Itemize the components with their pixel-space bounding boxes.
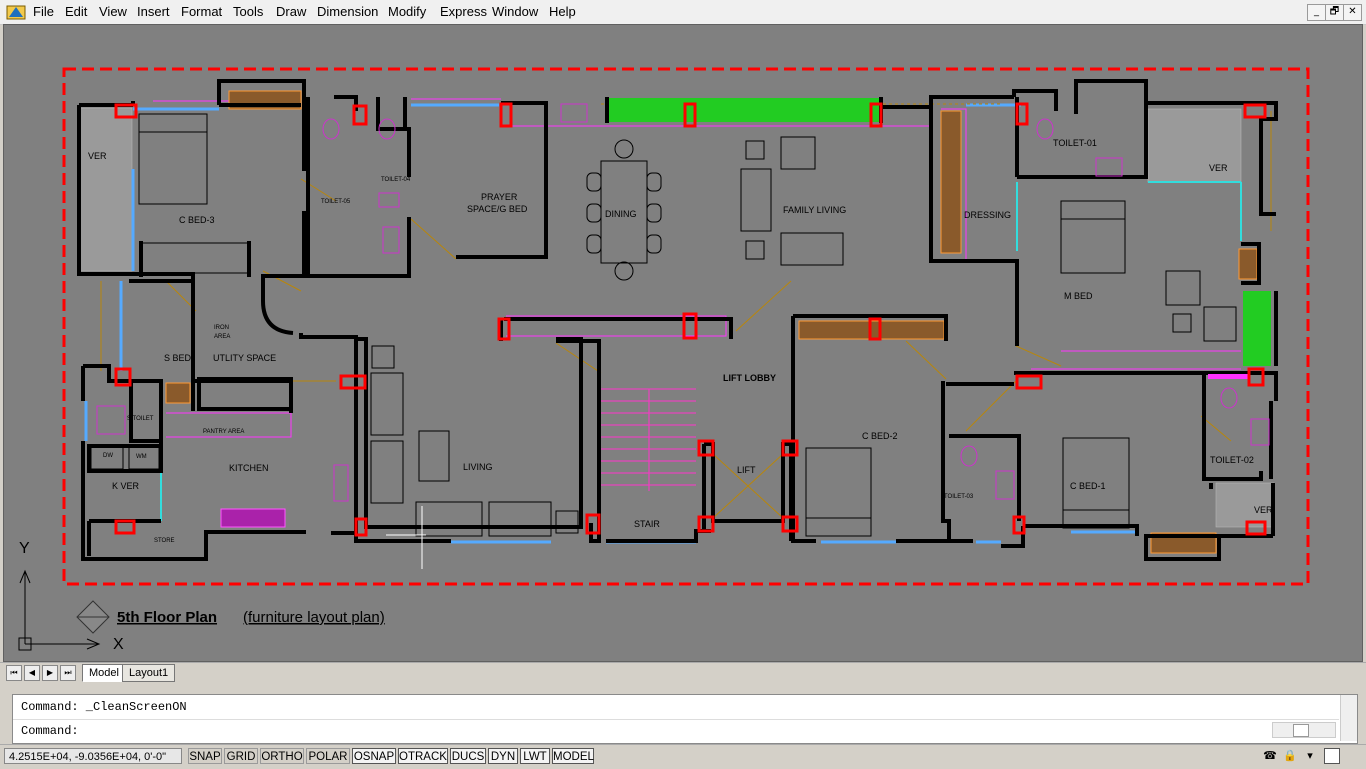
menu-view[interactable]: View — [99, 4, 127, 19]
menu-insert[interactable]: Insert — [137, 4, 170, 19]
label-toilet-04: TOILET-04 — [381, 177, 411, 183]
label-space-g-bed: SPACE/G BED — [467, 204, 528, 214]
ucs-y-label: Y — [19, 540, 30, 557]
label-wm: WM — [136, 454, 147, 460]
label-toilet-05: TOILET-05 — [321, 199, 351, 205]
restore-button[interactable]: 🗗 — [1325, 4, 1344, 21]
otrack-button[interactable]: OTRACK — [398, 748, 448, 764]
drawing-subtitle: (furniture layout plan) — [243, 609, 385, 626]
cursor-crosshair — [386, 506, 426, 569]
kitchen-counter — [220, 508, 286, 528]
label-toilet-02: TOILET-02 — [1210, 455, 1254, 465]
model-button[interactable]: MODEL — [552, 748, 594, 764]
menu-bar: File Edit View Insert Format Tools Draw … — [0, 0, 1366, 25]
label-ver-bottom-right: VER — [1254, 505, 1273, 515]
dyn-button[interactable]: DYN — [488, 748, 518, 764]
menu-edit[interactable]: Edit — [65, 4, 87, 19]
drawing-canvas[interactable]: VER C BED-3 TOILET-04 TOILET-05 PRAYER S… — [3, 24, 1363, 662]
label-ver-left: VER — [88, 151, 107, 161]
planter-right — [1243, 291, 1271, 366]
label-lift-lobby: LIFT LOBBY — [723, 373, 776, 383]
label-area: AREA — [214, 334, 230, 340]
label-lift: LIFT — [737, 465, 756, 475]
menu-file[interactable]: File — [33, 4, 54, 19]
menu-tools[interactable]: Tools — [233, 4, 263, 19]
app-icon[interactable] — [6, 3, 26, 21]
plot-boundary — [62, 67, 1310, 586]
tray-settings-icon[interactable]: ▾ — [1302, 748, 1318, 764]
magenta-lines — [153, 98, 1241, 438]
label-dw: DW — [103, 453, 113, 459]
sanitary-fixtures — [96, 103, 1270, 502]
label-iron: IRON — [214, 325, 229, 331]
command-prompt[interactable]: Command: — [21, 724, 79, 738]
lwt-button[interactable]: LWT — [520, 748, 550, 764]
label-toilet-03: TOILET-03 — [944, 494, 974, 500]
tab-model[interactable]: Model — [82, 664, 126, 682]
first-tab-icon[interactable]: ⏮ — [6, 665, 22, 681]
command-history: Command: _CleanScreenON — [21, 700, 187, 714]
window-lines — [84, 103, 1136, 544]
label-dressing: DRESSING — [964, 210, 1011, 220]
snap-button[interactable]: SNAP — [188, 748, 222, 764]
command-hscroll[interactable] — [1272, 722, 1336, 738]
coordinate-readout: 4.2515E+04, -9.0356E+04, 0'-0" — [4, 748, 182, 764]
counter-top — [1208, 374, 1248, 379]
label-s-toilet: S TOILET — [127, 416, 154, 422]
label-family-living: FAMILY LIVING — [783, 205, 846, 215]
menu-help[interactable]: Help — [549, 4, 576, 19]
planter-top — [609, 98, 879, 122]
label-utility: UTLITY SPACE — [213, 353, 276, 363]
label-k-ver: K VER — [112, 481, 140, 491]
menu-dimension[interactable]: Dimension — [317, 4, 378, 19]
title-block: 5th Floor Plan (furniture layout plan) — [76, 600, 385, 634]
osnap-button[interactable]: OSNAP — [352, 748, 396, 764]
label-m-bed: M BED — [1064, 291, 1093, 301]
label-prayer: PRAYER — [481, 192, 518, 202]
label-c-bed-3: C BED-3 — [179, 215, 215, 225]
polar-button[interactable]: POLAR — [306, 748, 350, 764]
command-window: Command: _CleanScreenON Command: — [12, 694, 1358, 744]
layout-tab-bar: ⏮ ◀ ▶ ⏭ Model Layout1 — [0, 662, 1366, 683]
command-scrollbar[interactable] — [1340, 695, 1357, 741]
label-ver-right: VER — [1209, 163, 1228, 173]
label-store: STORE — [154, 538, 175, 544]
label-stair: STAIR — [634, 519, 660, 529]
label-c-bed-1: C BED-1 — [1070, 481, 1106, 491]
floor-plan: VER C BED-3 TOILET-04 TOILET-05 PRAYER S… — [18, 67, 1310, 653]
menu-window[interactable]: Window — [492, 4, 538, 19]
menu-express[interactable]: Express — [440, 4, 487, 19]
drawing-title: 5th Floor Plan — [117, 609, 217, 626]
ucs-x-label: X — [113, 636, 124, 653]
ducs-button[interactable]: DUCS — [450, 748, 486, 764]
status-bar: 4.2515E+04, -9.0356E+04, 0'-0" SNAP GRID… — [0, 744, 1366, 769]
label-dining: DINING — [605, 209, 637, 219]
communication-icon[interactable]: ☎ — [1262, 748, 1278, 764]
label-kitchen: KITCHEN — [229, 463, 269, 473]
prev-tab-icon[interactable]: ◀ — [24, 665, 40, 681]
label-toilet-01: TOILET-01 — [1053, 138, 1097, 148]
minimize-button[interactable]: _ — [1307, 4, 1326, 21]
room-labels: VER C BED-3 TOILET-04 TOILET-05 PRAYER S… — [88, 138, 1273, 544]
label-c-bed-2: C BED-2 — [862, 431, 898, 441]
tab-layout1[interactable]: Layout1 — [122, 664, 176, 682]
last-tab-icon[interactable]: ⏭ — [60, 665, 76, 681]
grid-button[interactable]: GRID — [224, 748, 258, 764]
menu-format[interactable]: Format — [181, 4, 222, 19]
clean-screen-icon[interactable] — [1324, 748, 1340, 764]
menu-draw[interactable]: Draw — [276, 4, 306, 19]
lock-icon[interactable]: 🔒 — [1282, 748, 1298, 764]
next-tab-icon[interactable]: ▶ — [42, 665, 58, 681]
label-pantry: PANTRY AREA — [203, 429, 244, 435]
menu-modify[interactable]: Modify — [388, 4, 426, 19]
ortho-button[interactable]: ORTHO — [260, 748, 304, 764]
close-button[interactable]: ✕ — [1343, 4, 1362, 21]
label-living: LIVING — [463, 462, 493, 472]
stair-treads — [601, 388, 696, 491]
label-s-bed: S BED — [164, 353, 192, 363]
